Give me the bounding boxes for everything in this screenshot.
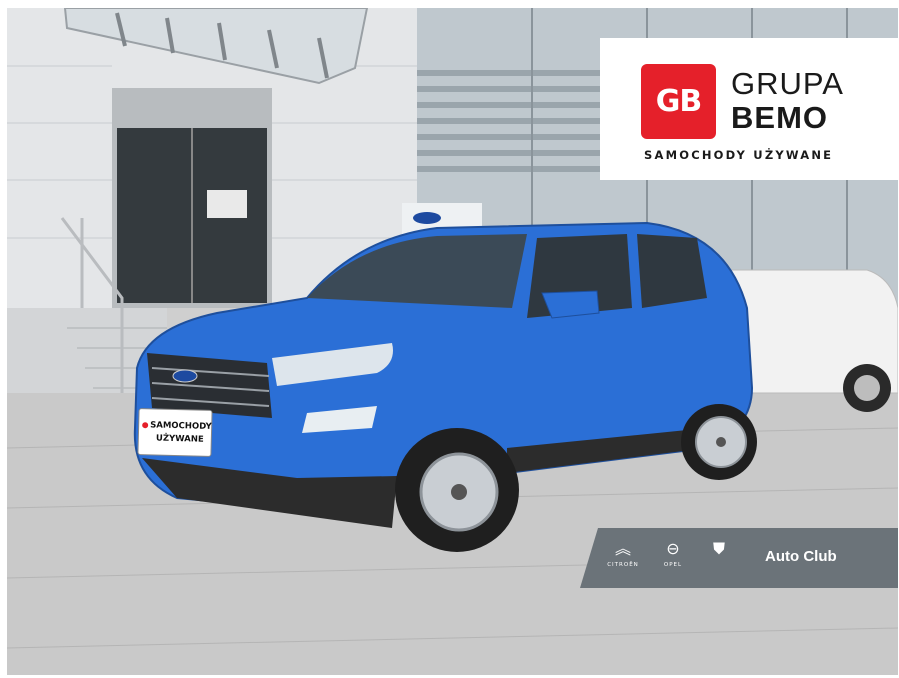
citroen-label: CITROËN — [607, 562, 639, 568]
grupa-bemo-logo: GB GRUPA BEMO SAMOCHODY UŻYWANE — [600, 38, 898, 180]
brand-name-line2: BEMO — [731, 100, 828, 135]
plate-line2: UŻYWANE — [155, 433, 204, 445]
license-plate: SAMOCHODY UŻYWANE — [138, 409, 212, 456]
auto-club-banner: ︽ CITROËN ⊖ OPEL ⛊ Auto Club — [580, 528, 898, 588]
brand-name-line1: GRUPA — [731, 66, 844, 101]
opel-blitz-icon: ⊖ OPEL — [656, 538, 690, 570]
opel-label: OPEL — [663, 562, 683, 568]
brand-subtitle: SAMOCHODY UŻYWANE — [644, 148, 834, 162]
peugeot-lion-icon: ⛊ — [712, 539, 725, 558]
plate-logo-icon — [142, 422, 149, 429]
gb-badge-icon: GB — [641, 64, 716, 139]
auto-club-title: Auto Club — [765, 548, 837, 565]
citroen-chevrons-icon: ︽ CITROËN — [607, 539, 639, 568]
plate-line1: SAMOCHODY — [150, 420, 212, 432]
